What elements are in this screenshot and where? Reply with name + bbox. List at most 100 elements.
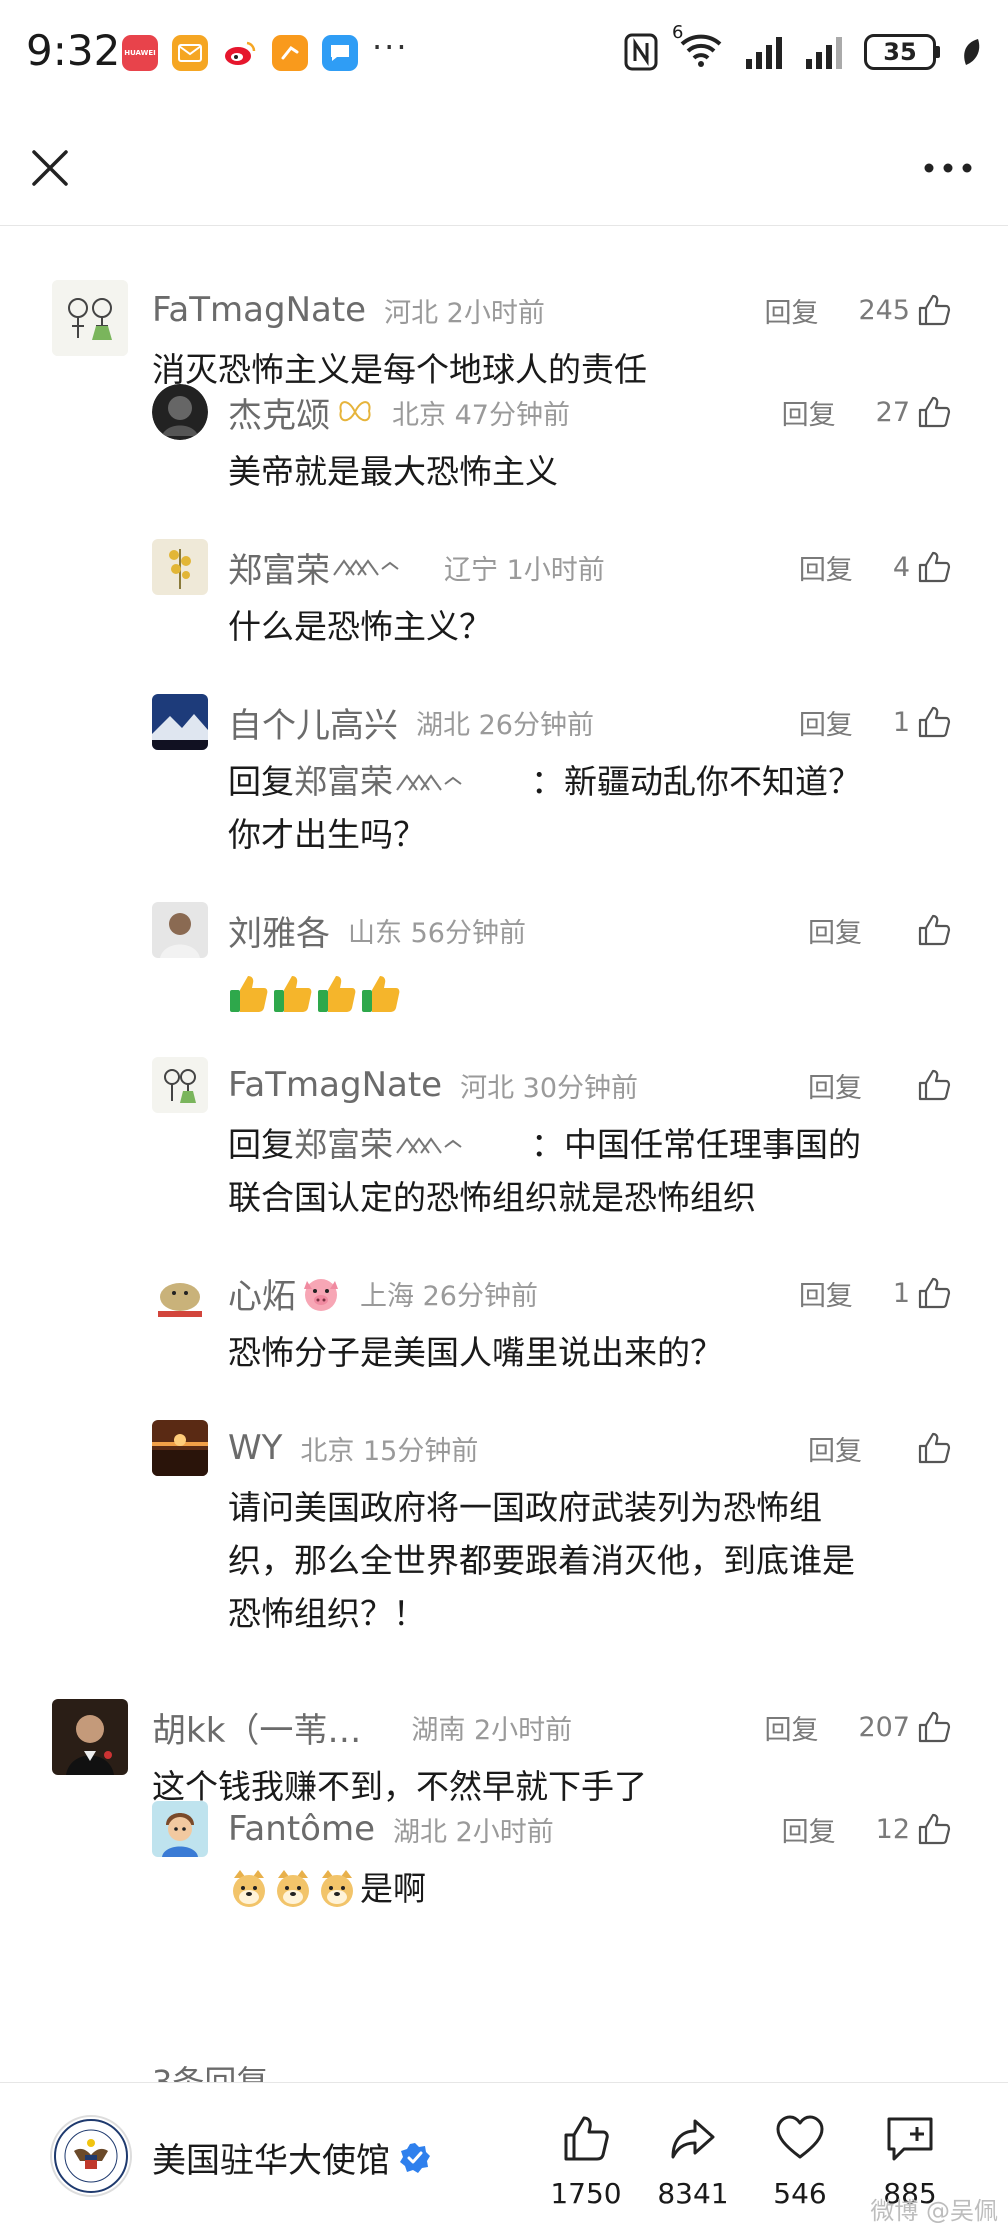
comment-text: 恐怖分子是美国人嘴里说出来的？	[228, 1333, 723, 1372]
account-name[interactable]: 美国驻华大使馆	[152, 2133, 432, 2182]
pig-emoji-icon	[304, 1279, 338, 1311]
notification-icons: HUAWEI	[122, 35, 358, 71]
reply-button[interactable]: 回复	[808, 911, 862, 950]
like-stat[interactable]: 1750	[541, 2113, 631, 2210]
more-options-button[interactable]	[918, 150, 978, 186]
mention-link[interactable]: 郑富荣	[294, 1118, 393, 1171]
avatar[interactable]	[152, 539, 208, 595]
reply-button[interactable]: 回复	[782, 393, 836, 432]
reply-item: 郑富荣 辽宁 1小时前 回复 4 什么是恐怖主义？	[0, 537, 1008, 646]
message-app-icon	[322, 35, 358, 71]
close-button[interactable]	[24, 142, 76, 194]
app-icon-orange	[272, 35, 308, 71]
reply-item: Fantôme 湖北 2小时前 回复 12 是啊	[0, 1799, 1008, 1908]
username[interactable]: Fantôme	[228, 1809, 375, 1849]
like-count: 1	[892, 706, 910, 738]
emoji-content	[228, 972, 948, 1014]
butterfly-badge-icon	[339, 401, 371, 422]
mountain-decoration-icon	[333, 559, 399, 576]
location-time: 上海 26分钟前	[360, 1280, 538, 1312]
reply-button[interactable]: 回复	[799, 1274, 853, 1313]
location-time: 河北 30分钟前	[460, 1072, 639, 1104]
avatar[interactable]	[152, 1265, 208, 1321]
huawei-app-icon: HUAWEI	[122, 35, 158, 71]
avatar[interactable]	[52, 280, 128, 356]
username[interactable]: 心炻	[228, 1269, 296, 1318]
reply-button[interactable]: 回复	[764, 291, 818, 330]
like-icon[interactable]	[916, 912, 952, 948]
account-avatar[interactable]	[50, 2115, 132, 2197]
location-time: 山东 56分钟前	[348, 917, 526, 949]
comment-text: 什么是恐怖主义？	[228, 607, 492, 646]
reply-button[interactable]: 回复	[782, 1810, 836, 1849]
like-count: 207	[858, 1711, 910, 1743]
mention-link[interactable]: 郑富荣	[294, 755, 393, 808]
reply-button[interactable]: 回复	[808, 1066, 862, 1105]
avatar[interactable]	[52, 1699, 128, 1775]
like-icon[interactable]	[916, 1275, 952, 1311]
reply-item: 心炻 上海 26分钟前 回复 1 恐怖分子是美国人嘴里说出来的？	[0, 1263, 1008, 1372]
avatar[interactable]	[152, 902, 208, 958]
thumbs-up-emoji-icon	[230, 976, 268, 1012]
wifi-icon: 6	[672, 22, 724, 72]
more-replies-link[interactable]: 3条回复 ⌄	[152, 2050, 305, 2082]
location-time: 辽宁 1小时前	[444, 554, 605, 586]
location-time: 北京 15分钟前	[300, 1435, 479, 1467]
like-icon[interactable]	[916, 292, 952, 328]
like-icon[interactable]	[916, 1430, 952, 1466]
account-name-text: 美国驻华大使馆	[152, 2141, 390, 2181]
avatar[interactable]	[152, 694, 208, 750]
reply-button[interactable]: 回复	[764, 1708, 818, 1747]
avatar[interactable]	[152, 1057, 208, 1113]
thumbs-up-emoji-icon	[274, 976, 312, 1012]
share-stat[interactable]: 8341	[648, 2113, 738, 2210]
favorite-stat[interactable]: 546	[755, 2113, 845, 2210]
username[interactable]: 刘雅各	[228, 906, 330, 955]
username[interactable]: FaTmagNate	[228, 1065, 442, 1105]
comment-add-icon	[887, 2117, 933, 2161]
username[interactable]: 杰克颂	[228, 388, 330, 437]
reply-item: WY 北京 15分钟前 回复 请问美国政府将一国政府武装列为恐怖组 织，那么全世…	[0, 1418, 1008, 1633]
comment-text-line: 织，那么全世界都要跟着消灭他，到底谁是	[228, 1541, 855, 1580]
embassy-seal-icon	[54, 2119, 128, 2193]
avatar[interactable]	[152, 1801, 208, 1857]
like-icon[interactable]	[916, 704, 952, 740]
username[interactable]: FaTmagNate	[152, 290, 366, 330]
like-icon[interactable]	[916, 1709, 952, 1745]
more-dots-icon	[924, 163, 972, 173]
reply-button[interactable]: 回复	[799, 703, 853, 742]
avatar[interactable]	[152, 1420, 208, 1476]
location-time: 北京 47分钟前	[392, 399, 570, 431]
doge-emoji-icon	[233, 1869, 265, 1907]
reply-item: 刘雅各 山东 56分钟前 回复	[0, 900, 1008, 1012]
thumbs-up-emoji-icon	[362, 976, 400, 1012]
location-time: 河北 2小时前	[384, 297, 545, 329]
watermark: 微博 @吴佩	[870, 2197, 998, 2225]
reply-button[interactable]: 回复	[799, 548, 853, 587]
like-icon[interactable]	[916, 1067, 952, 1103]
thumbs-up-emoji-icon	[318, 976, 356, 1012]
username[interactable]: 自个儿高兴	[228, 698, 398, 747]
like-count: 1750	[550, 2177, 622, 2210]
clock: 9:32	[26, 26, 121, 75]
comment-text: 回复 郑富荣 ：新疆动乱你不知道？ 你才出生吗？	[228, 755, 948, 861]
comment-text: 回复 郑富荣 ：中国任常任理事国的 联合国认定的恐怖组织就是恐怖组织	[228, 1118, 948, 1224]
comment-item: 胡kk（一苇… 湖南 2小时前 回复 207 这个钱我赚不到，不然早就下手了	[0, 1697, 1008, 1806]
location-time: 湖北 2小时前	[393, 1816, 554, 1848]
username[interactable]: 郑富荣	[228, 543, 330, 592]
reply-button[interactable]: 回复	[808, 1429, 862, 1468]
avatar[interactable]	[152, 384, 208, 440]
like-icon[interactable]	[916, 549, 952, 585]
doge-emoji-icon	[321, 1869, 353, 1907]
like-count: 12	[875, 1813, 910, 1845]
username[interactable]: WY	[228, 1428, 282, 1468]
mail-app-icon	[172, 35, 208, 71]
reply-prefix: 回复	[228, 762, 294, 801]
like-icon[interactable]	[916, 394, 952, 430]
reply-item: FaTmagNate 河北 30分钟前 回复 回复 郑富荣 ：中国任常任理事国的…	[0, 1055, 1008, 1217]
location-time: 湖北 26分钟前	[416, 709, 594, 741]
like-icon[interactable]	[916, 1811, 952, 1847]
mountain-decoration-icon	[396, 1136, 462, 1154]
system-icons: 6 35	[624, 22, 982, 72]
username[interactable]: 胡kk（一苇…	[152, 1703, 361, 1752]
